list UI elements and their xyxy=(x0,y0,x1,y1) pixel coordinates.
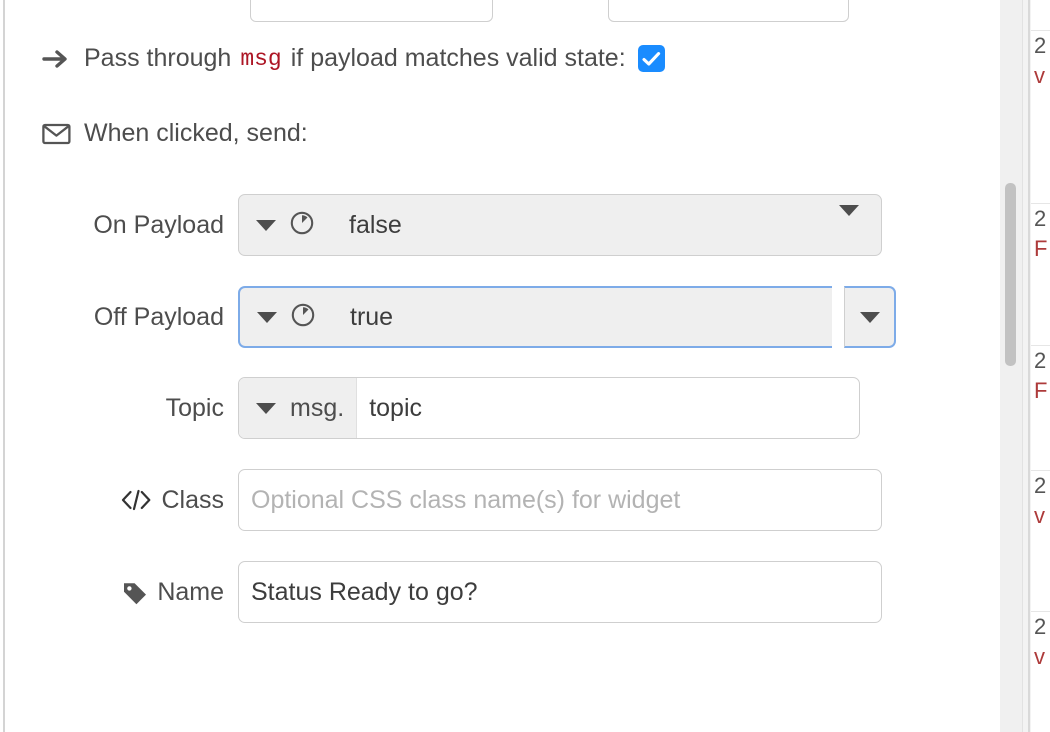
chevron-down-icon xyxy=(859,311,880,323)
class-row: Class Optional CSS class name(s) for wid… xyxy=(0,469,1010,531)
debug-entry-timestamp: 2 xyxy=(1034,473,1047,498)
pass-through-text-after: if payload matches valid state: xyxy=(290,44,626,72)
off-payload-typed-input[interactable]: true xyxy=(238,286,832,348)
debug-entry[interactable]: 2 v xyxy=(1031,611,1050,732)
debug-entry-message: v xyxy=(1034,644,1045,669)
chevron-down-icon xyxy=(257,311,277,323)
clipped-input-left[interactable] xyxy=(250,0,493,22)
chevron-down-icon xyxy=(256,402,276,414)
debug-entry-timestamp: 2 xyxy=(1034,614,1047,639)
on-payload-row: On Payload false xyxy=(0,194,1010,256)
sidebar-scrollbar-track[interactable] xyxy=(1000,0,1023,732)
on-payload-value: false xyxy=(349,210,402,239)
debug-entry-timestamp: 2 xyxy=(1034,206,1047,231)
name-label: Name xyxy=(0,578,238,607)
topic-prefix-label: msg. xyxy=(290,393,345,422)
debug-sidebar: 2 v 2 F 2 F 2 v 2 v xyxy=(1000,0,1050,732)
off-payload-label: Off Payload xyxy=(93,302,224,331)
topic-row: Topic msg. topic xyxy=(0,377,1010,439)
topic-label: Topic xyxy=(165,393,224,422)
off-payload-expand-button[interactable] xyxy=(844,286,896,348)
on-payload-label: On Payload xyxy=(93,210,224,239)
class-input[interactable]: Optional CSS class name(s) for widget xyxy=(238,469,882,531)
msg-code-token: msg xyxy=(240,45,282,72)
pass-through-checkbox[interactable] xyxy=(637,45,665,72)
debug-entry[interactable]: 2 F xyxy=(1031,345,1050,463)
pass-through-row: Pass through msg if payload matches vali… xyxy=(42,44,665,73)
arrow-right-icon xyxy=(42,46,70,72)
debug-entry[interactable]: 2 v xyxy=(1031,470,1050,588)
debug-entry-timestamp: 2 xyxy=(1034,348,1047,373)
on-payload-typed-input[interactable]: false xyxy=(238,194,882,256)
name-row: Name Status Ready to go? xyxy=(0,561,1010,623)
debug-entry-timestamp: 2 xyxy=(1034,33,1047,58)
pass-through-text-before: Pass through xyxy=(84,44,232,72)
debug-entry[interactable]: 2 v xyxy=(1031,30,1050,148)
topic-prefix-selector[interactable]: msg. xyxy=(239,378,358,438)
off-payload-value: true xyxy=(350,302,394,331)
debug-entry-message: F xyxy=(1034,236,1048,261)
off-payload-row: Off Payload true xyxy=(0,286,1010,348)
sidebar-divider xyxy=(1028,0,1030,732)
on-payload-expand-caret[interactable] xyxy=(839,205,859,234)
name-label-text: Name xyxy=(157,577,224,606)
clipped-input-right[interactable] xyxy=(608,0,849,22)
class-label-text: Class xyxy=(161,485,224,514)
off-payload-type-selector[interactable] xyxy=(240,302,326,333)
boolean-type-icon xyxy=(289,210,315,241)
topic-input[interactable]: topic xyxy=(357,378,859,438)
debug-entry-message: F xyxy=(1034,378,1048,403)
code-icon xyxy=(120,489,152,511)
node-editor-screen: Pass through msg if payload matches vali… xyxy=(0,0,1050,732)
debug-entry[interactable]: 2 F xyxy=(1031,203,1050,321)
when-clicked-label: When clicked, send: xyxy=(84,119,308,147)
on-payload-type-selector[interactable] xyxy=(239,210,325,241)
tag-icon xyxy=(122,580,148,605)
debug-entry-message: v xyxy=(1034,503,1045,528)
debug-entry-list: 2 v 2 F 2 F 2 v 2 v xyxy=(1031,0,1050,732)
when-clicked-row: When clicked, send: xyxy=(42,119,308,148)
envelope-icon xyxy=(42,123,71,145)
name-input[interactable]: Status Ready to go? xyxy=(238,561,882,623)
class-label: Class xyxy=(0,486,238,515)
chevron-down-icon xyxy=(256,219,276,231)
boolean-type-icon xyxy=(290,302,316,333)
sidebar-scrollbar-thumb[interactable] xyxy=(1005,183,1016,366)
debug-entry-message: v xyxy=(1034,63,1045,88)
topic-field[interactable]: msg. topic xyxy=(238,377,860,439)
